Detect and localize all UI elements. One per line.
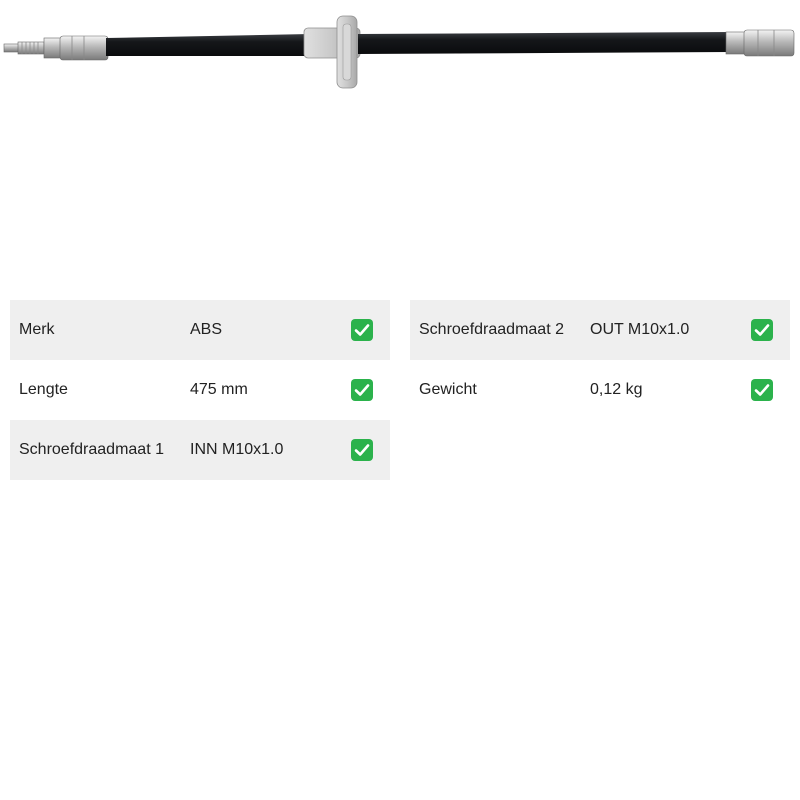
check-icon — [351, 439, 373, 461]
spec-table-left: Merk ABS Lengte 475 mm Schroefdraadmaat … — [10, 300, 390, 480]
spec-table-right: Schroefdraadmaat 2 OUT M10x1.0 Gewicht 0… — [410, 300, 790, 420]
spec-value: ABS — [190, 321, 223, 338]
spec-label: Schroefdraadmaat 2 — [419, 321, 564, 338]
check-icon — [751, 379, 773, 401]
check-icon — [351, 319, 373, 341]
spec-row-lengte: Lengte 475 mm — [10, 360, 390, 420]
spec-label: Gewicht — [419, 381, 477, 398]
spec-value: INN M10x1.0 — [190, 441, 284, 458]
spec-label: Schroefdraadmaat 1 — [19, 441, 164, 458]
spec-row-schroefdraadmaat-1: Schroefdraadmaat 1 INN M10x1.0 — [10, 420, 390, 480]
check-icon — [351, 379, 373, 401]
spec-value: OUT M10x1.0 — [590, 321, 690, 338]
spec-label: Merk — [19, 321, 55, 338]
spec-row-gewicht: Gewicht 0,12 kg — [410, 360, 790, 420]
spec-row-schroefdraadmaat-2: Schroefdraadmaat 2 OUT M10x1.0 — [410, 300, 790, 360]
brake-hose-image — [3, 15, 795, 89]
spec-value: 0,12 kg — [590, 381, 643, 398]
spec-value: 475 mm — [190, 381, 248, 398]
check-icon — [751, 319, 773, 341]
spec-label: Lengte — [19, 381, 68, 398]
spec-row-merk: Merk ABS — [10, 300, 390, 360]
